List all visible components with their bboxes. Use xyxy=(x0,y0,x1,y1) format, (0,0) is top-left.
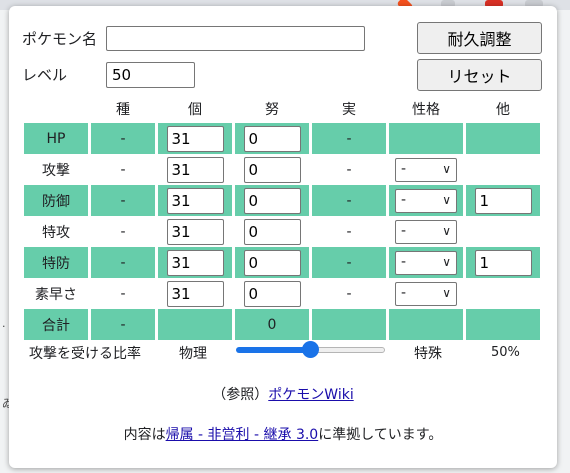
background-page-fragment: · xyxy=(2,320,6,333)
base-value: - xyxy=(120,285,126,302)
reference-prefix: （参照） xyxy=(212,387,269,403)
stats-table: 種 個 努 実 性格 他 HP - - 攻撃 - xyxy=(21,95,543,340)
column-header-ev: 努 xyxy=(265,102,279,118)
column-header-other: 他 xyxy=(496,102,510,118)
other-input[interactable] xyxy=(474,249,532,276)
level-label: レベル xyxy=(22,66,68,84)
other-value xyxy=(466,278,540,309)
actual-value: - xyxy=(312,123,386,154)
total-base: - xyxy=(91,309,155,340)
iv-input[interactable] xyxy=(166,249,224,276)
stat-row-hp: HP - - xyxy=(24,123,540,154)
actual-value: - xyxy=(346,223,352,240)
slider-track-rest xyxy=(310,347,385,353)
column-header-base: 種 xyxy=(116,102,130,118)
actual-value: - xyxy=(346,285,352,302)
stat-row-speed: 素早さ - - -∨ xyxy=(24,278,540,309)
nature-select[interactable]: - ∨ xyxy=(395,250,457,275)
column-header-actual: 実 xyxy=(342,102,356,118)
attack-ratio-slider[interactable] xyxy=(236,341,385,358)
ev-input[interactable] xyxy=(243,156,301,183)
ev-input[interactable] xyxy=(243,249,301,276)
nature-select[interactable]: - ∨ xyxy=(395,281,457,306)
slider-fill xyxy=(236,347,311,353)
stat-name: 防御 xyxy=(24,185,88,216)
other-value xyxy=(466,154,540,185)
reset-button[interactable]: リセット xyxy=(417,59,542,91)
chevron-down-icon: ∨ xyxy=(442,192,451,207)
other-input[interactable] xyxy=(474,187,532,214)
extension-popup: ポケモン名 耐久調整 レベル リセット 種 個 努 実 性格 他 HP - xyxy=(9,6,557,468)
license-prefix: 内容は xyxy=(123,427,166,443)
base-value: - xyxy=(91,123,155,154)
total-ev: 0 xyxy=(235,309,309,340)
ev-input[interactable] xyxy=(243,187,301,214)
special-label: 特殊 xyxy=(414,346,442,362)
stat-row-attack: 攻撃 - - -∨ xyxy=(24,154,540,185)
total-label: 合計 xyxy=(24,309,88,340)
stat-name: 特防 xyxy=(24,247,88,278)
base-value: - xyxy=(120,223,126,240)
other-value xyxy=(466,216,540,247)
durability-adjust-button[interactable]: 耐久調整 xyxy=(417,22,542,54)
base-value: - xyxy=(91,185,155,216)
iv-input[interactable] xyxy=(166,187,224,214)
license-link[interactable]: 帰属 - 非営利 - 継承 3.0 xyxy=(166,427,319,443)
chevron-down-icon: ∨ xyxy=(442,285,451,300)
ev-input[interactable] xyxy=(243,280,301,307)
iv-input[interactable] xyxy=(166,125,224,152)
total-row: 合計 - 0 xyxy=(24,309,540,340)
nature-select[interactable]: - ∨ xyxy=(395,219,457,244)
stat-row-sp-attack: 特攻 - - -∨ xyxy=(24,216,540,247)
ratio-percent: 50% xyxy=(491,345,520,360)
reference-line: （参照）ポケモンWiki xyxy=(9,384,557,404)
base-value: - xyxy=(120,161,126,178)
attack-ratio-label: 攻撃を受ける比率 xyxy=(29,346,141,362)
stat-name: 特攻 xyxy=(42,224,70,241)
ev-input[interactable] xyxy=(243,125,301,152)
stat-row-defense: 防御 - - -∨ xyxy=(24,185,540,216)
pokemon-wiki-link[interactable]: ポケモンWiki xyxy=(268,387,353,403)
actual-value: - xyxy=(312,185,386,216)
iv-input[interactable] xyxy=(166,280,224,307)
stat-name: 攻撃 xyxy=(42,162,70,179)
iv-input[interactable] xyxy=(166,218,224,245)
chevron-down-icon: ∨ xyxy=(442,161,451,176)
chevron-down-icon: ∨ xyxy=(442,223,451,238)
level-input[interactable] xyxy=(106,62,195,88)
column-header-iv: 個 xyxy=(188,102,202,118)
column-header-nature: 性格 xyxy=(412,102,440,118)
pokemon-name-input[interactable] xyxy=(106,26,365,51)
license-suffix: に準拠しています。 xyxy=(318,427,443,443)
stat-name: 素早さ xyxy=(35,286,77,303)
physical-label: 物理 xyxy=(179,346,207,362)
column-header xyxy=(24,95,88,123)
nature-select[interactable]: - ∨ xyxy=(395,157,457,182)
iv-input[interactable] xyxy=(166,156,224,183)
actual-value: - xyxy=(346,161,352,178)
nature-select[interactable]: - ∨ xyxy=(395,188,457,213)
stats-header-row: 種 個 努 実 性格 他 xyxy=(24,95,540,123)
slider-thumb[interactable] xyxy=(302,341,319,358)
pokemon-name-label: ポケモン名 xyxy=(22,30,98,48)
chevron-down-icon: ∨ xyxy=(442,254,451,269)
stat-name: HP xyxy=(24,123,88,154)
stat-row-sp-defense: 特防 - - -∨ xyxy=(24,247,540,278)
ev-input[interactable] xyxy=(243,218,301,245)
base-value: - xyxy=(91,247,155,278)
actual-value: - xyxy=(312,247,386,278)
license-line: 内容は帰属 - 非営利 - 継承 3.0に準拠しています。 xyxy=(9,424,557,444)
